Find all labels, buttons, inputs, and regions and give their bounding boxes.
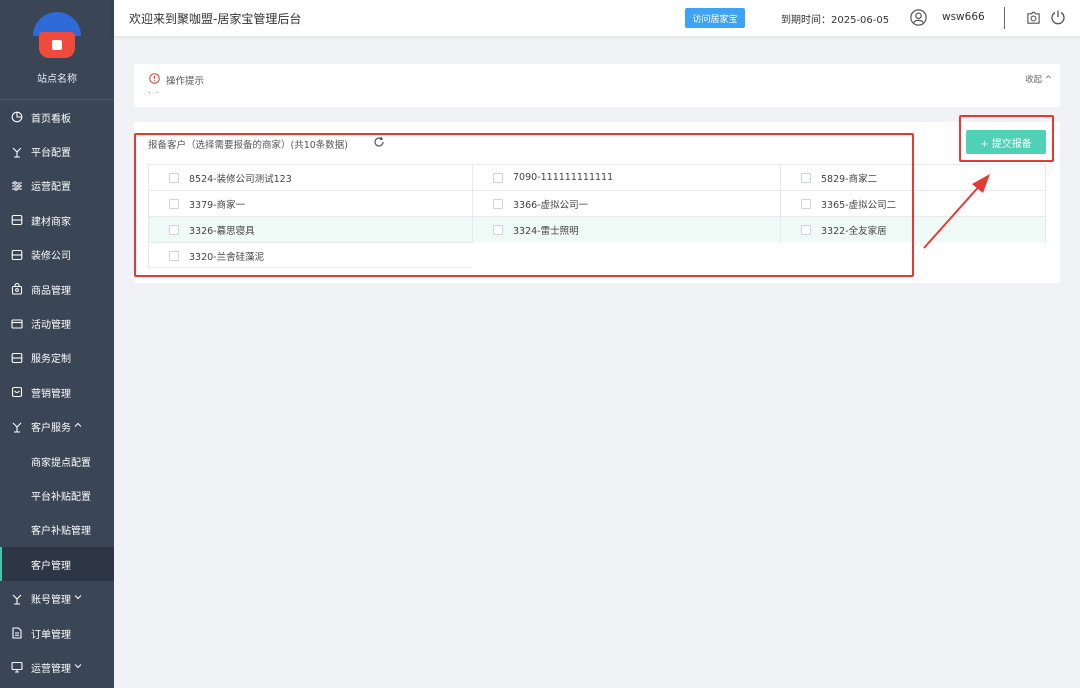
site-name: 站点名称 [37,74,77,85]
operation-tips-panel: 操作提示 . . 收起 ^ [134,64,1060,107]
sidebar-menu: 首页看板平台配置运营配置建材商家装修公司商品管理活动管理服务定制营销管理客户服务… [0,100,114,685]
top-header: 欢迎来到聚咖盟-居家宝管理后台 访问居家宝 到期时间：2025-06-05 ws… [114,0,1080,36]
sidebar-item-label: 商家提点配置 [31,457,91,469]
sidebar-item-1[interactable]: 平台配置 [0,134,114,168]
cell-divider [1045,165,1046,191]
bag-icon [11,283,23,295]
config-icon [11,146,23,158]
sidebar-item-label: 建材商家 [31,216,71,228]
welcome-text: 欢迎来到聚咖盟-居家宝管理后台 [129,12,302,26]
sidebar-item-11[interactable]: 平台补贴配置 [0,478,114,512]
card-icon [11,318,23,330]
sidebar-item-label: 客户补贴管理 [31,526,91,538]
chevron-up-icon [74,421,82,432]
sidebar-item-9[interactable]: 客户服务 [0,410,114,444]
chevron-down-icon [74,593,82,604]
clear-cache-icon[interactable] [1026,10,1041,25]
sidebar-item-label: 服务定制 [31,354,71,366]
annotation-highlight-button [959,115,1054,162]
sidebar-item-14[interactable]: 账号管理 [0,581,114,615]
collapse-toggle[interactable]: 收起 ^ [1025,73,1052,85]
annotation-highlight-list [134,133,914,277]
sidebar-item-label: 客户管理 [31,560,71,572]
sidebar-item-2[interactable]: 运营配置 [0,169,114,203]
site-logo[interactable] [33,12,81,60]
sidebar: 站点名称 首页看板平台配置运营配置建材商家装修公司商品管理活动管理服务定制营销管… [0,0,114,688]
sidebar-item-label: 订单管理 [31,629,71,641]
expire-date: 到期时间：2025-06-05 [781,15,890,26]
sidebar-item-label: 装修公司 [31,251,71,263]
user-avatar-icon[interactable] [910,9,927,26]
alert-icon [149,73,160,84]
config-icon [11,421,23,433]
sidebar-item-4[interactable]: 装修公司 [0,238,114,272]
cell-divider [1045,217,1046,243]
tips-content: . . [148,86,160,96]
sidebar-item-15[interactable]: 订单管理 [0,616,114,650]
logo-area: 站点名称 [0,0,114,100]
chevron-down-icon [74,662,82,673]
sidebar-item-8[interactable]: 营销管理 [0,375,114,409]
sidebar-item-0[interactable]: 首页看板 [0,100,114,134]
store-icon [11,352,23,364]
sidebar-item-12[interactable]: 客户补贴管理 [0,513,114,547]
doc-icon [11,627,23,639]
sidebar-item-7[interactable]: 服务定制 [0,341,114,375]
sidebar-item-6[interactable]: 活动管理 [0,306,114,340]
sidebar-item-13[interactable]: 客户管理 [0,547,114,582]
cell-divider [1045,191,1046,217]
store-icon [11,249,23,261]
sidebar-item-label: 账号管理 [31,595,71,607]
monitor-icon [11,661,23,673]
sidebar-item-5[interactable]: 商品管理 [0,272,114,306]
username[interactable]: wsw666 [942,11,985,23]
sidebar-item-label: 平台补贴配置 [31,491,91,503]
sidebar-item-16[interactable]: 运营管理 [0,650,114,684]
sliders-icon [11,180,23,192]
sidebar-item-label: 活动管理 [31,320,71,332]
sidebar-item-label: 客户服务 [31,423,71,435]
sidebar-item-label: 运营配置 [31,182,71,194]
header-divider [1004,7,1005,29]
visit-site-button[interactable]: 访问居家宝 [685,8,745,28]
sidebar-item-label: 平台配置 [31,148,71,160]
gift-icon [11,386,23,398]
sidebar-item-10[interactable]: 商家提点配置 [0,444,114,478]
sidebar-item-label: 营销管理 [31,388,71,400]
config-icon [11,593,23,605]
tips-title: 操作提示 [166,76,205,87]
dashboard-icon [11,111,23,123]
store-icon [11,214,23,226]
sidebar-item-label: 首页看板 [31,113,71,125]
power-icon[interactable] [1050,9,1066,25]
sidebar-item-3[interactable]: 建材商家 [0,203,114,237]
sidebar-item-label: 运营管理 [31,663,71,675]
sidebar-item-label: 商品管理 [31,285,71,297]
